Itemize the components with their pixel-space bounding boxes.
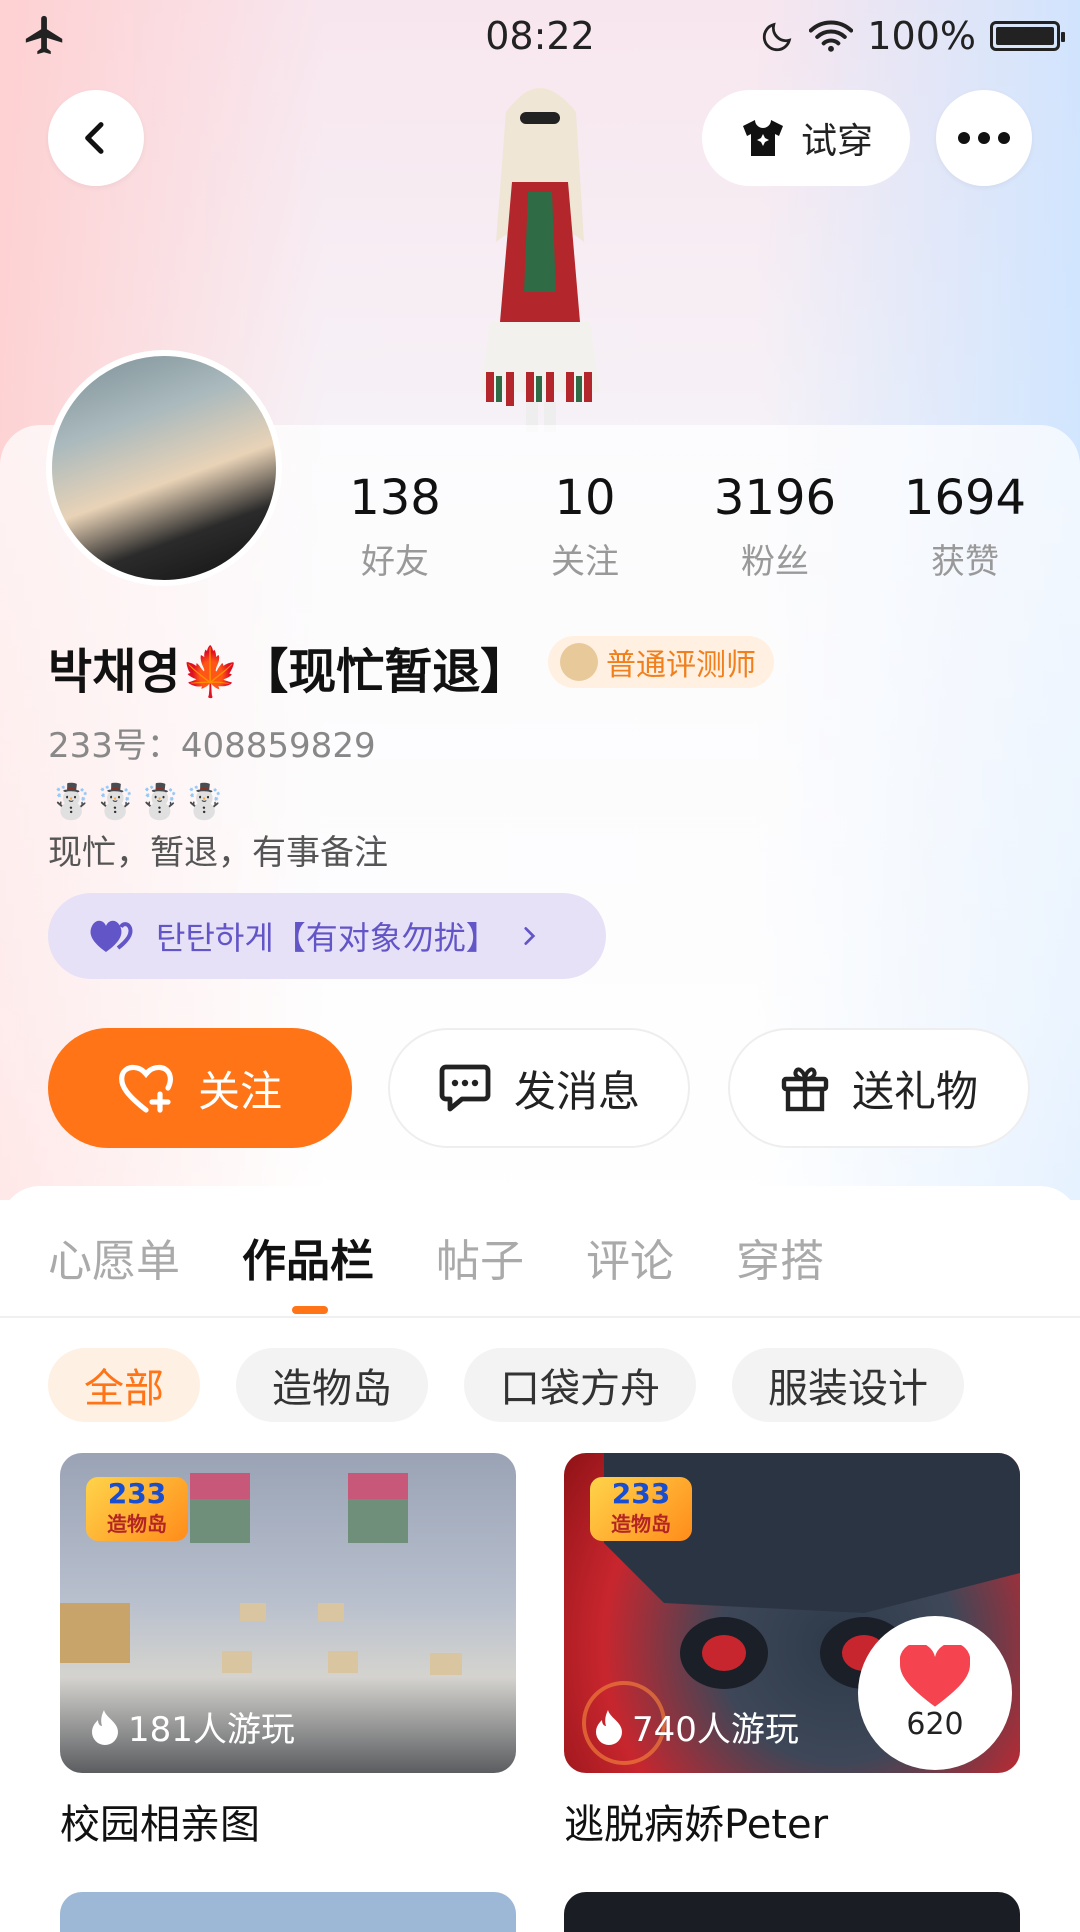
logo-number: 233 (611, 1477, 671, 1510)
creation-island-logo: 233 造物岛 (590, 1477, 692, 1541)
stat-label: 获赞 (931, 542, 999, 582)
double-heart-icon (90, 920, 133, 952)
reviewer-badge-label: 普通评测师 (606, 648, 756, 683)
try-on-label: 试穿 (800, 121, 873, 162)
send-gift-button[interactable]: 送礼物 (728, 1028, 1030, 1148)
follow-label: 关注 (197, 1066, 282, 1116)
try-on-button[interactable]: 试穿 (702, 90, 910, 186)
bio-emoji-line: ☃️☃️☃️☃️ (50, 782, 228, 822)
reviewer-badge-icon (560, 643, 598, 681)
filter-creation-island[interactable]: 造物岛 (236, 1348, 428, 1422)
stat-value: 138 (349, 470, 441, 526)
work-title[interactable]: 校园相亲图 (60, 1792, 260, 1850)
send-message-button[interactable]: 发消息 (388, 1028, 690, 1148)
stat-value: 3196 (713, 470, 837, 526)
follow-button[interactable]: 关注 (48, 1028, 352, 1148)
profile-tabs: 心愿单 作品栏 帖子 评论 穿搭 (48, 1225, 824, 1289)
like-floating-button[interactable]: 620 (858, 1616, 1012, 1770)
stat-value: 1694 (903, 470, 1027, 526)
bio-text: 现忙，暂退，有事备注 (48, 833, 388, 873)
logo-text: 造物岛 (107, 1512, 167, 1536)
tshirt-sparkle-icon (742, 120, 783, 156)
do-not-disturb-moon-icon (763, 22, 792, 52)
tab-comments[interactable]: 评论 (586, 1225, 674, 1289)
back-button[interactable] (48, 90, 144, 186)
wifi-icon (809, 20, 854, 52)
tab-wishlist[interactable]: 心愿单 (48, 1225, 180, 1289)
flame-icon (596, 1709, 622, 1745)
status-bar: 08:22 100% (0, 0, 1080, 76)
work-card-thumbnail[interactable]: 233 造物岛 181人游玩 (60, 1453, 516, 1773)
username: 박채영🍁【现忙暂退】 (48, 644, 529, 700)
logo-text: 造物岛 (611, 1512, 671, 1536)
filter-all[interactable]: 全部 (48, 1348, 200, 1422)
chat-bubble-icon (439, 1064, 491, 1112)
relationship-tag[interactable]: 탄탄하게【有对象勿扰】 (48, 893, 606, 979)
tab-works[interactable]: 作品栏 (242, 1225, 374, 1289)
work-card-thumbnail-partial[interactable] (564, 1892, 1020, 1932)
battery-icon (990, 21, 1065, 51)
stat-following[interactable]: 10 关注 (490, 470, 680, 583)
work-card-thumbnail-partial[interactable] (60, 1892, 516, 1932)
chevron-right-icon (524, 927, 536, 945)
work-title[interactable]: 逃脱病娇Peter (564, 1792, 828, 1850)
reviewer-badge[interactable]: 普通评测师 (548, 636, 774, 688)
stat-label: 好友 (361, 542, 429, 582)
play-count: 740人游玩 (594, 1702, 799, 1751)
profile-stats: 138 好友 10 关注 3196 粉丝 1694 获赞 (300, 470, 1060, 583)
heart-plus-icon (119, 1064, 173, 1113)
like-count: 620 (906, 1706, 964, 1742)
filter-pocket-ark[interactable]: 口袋方舟 (464, 1348, 696, 1422)
stat-label: 关注 (551, 542, 619, 582)
logo-number: 233 (107, 1477, 167, 1510)
user-id: 233号：408859829 (48, 726, 376, 766)
play-count-label: 740人游玩 (632, 1710, 799, 1750)
chevron-left-icon (85, 122, 104, 154)
gift-box-icon (781, 1067, 829, 1112)
tab-posts[interactable]: 帖子 (436, 1225, 524, 1289)
creation-island-logo: 233 造物岛 (86, 1477, 188, 1541)
filter-fashion-design[interactable]: 服装设计 (732, 1348, 964, 1422)
flame-icon (92, 1709, 118, 1745)
more-dots-icon (958, 132, 1010, 144)
heart-icon (900, 1644, 970, 1707)
works-filter-chips: 全部 造物岛 口袋方舟 服装设计 (48, 1348, 964, 1422)
play-count: 181人游玩 (90, 1702, 295, 1751)
send-message-label: 发消息 (513, 1066, 640, 1116)
active-tab-indicator (292, 1306, 328, 1314)
tab-outfits[interactable]: 穿搭 (736, 1225, 824, 1289)
stat-friends[interactable]: 138 好友 (300, 470, 490, 583)
avatar[interactable] (46, 350, 282, 586)
send-gift-label: 送礼物 (851, 1066, 978, 1116)
stat-value: 10 (554, 470, 616, 526)
play-count-label: 181人游玩 (128, 1710, 295, 1750)
more-options-button[interactable] (936, 90, 1032, 186)
stat-likes[interactable]: 1694 获赞 (870, 470, 1060, 583)
avatar-character-figure (480, 88, 600, 432)
relationship-tag-label: 탄탄하게【有对象勿扰】 (156, 919, 498, 957)
stat-fans[interactable]: 3196 粉丝 (680, 470, 870, 583)
stat-label: 粉丝 (741, 542, 809, 582)
tabs-divider (0, 1316, 1080, 1318)
battery-percent: 100% (867, 14, 976, 58)
